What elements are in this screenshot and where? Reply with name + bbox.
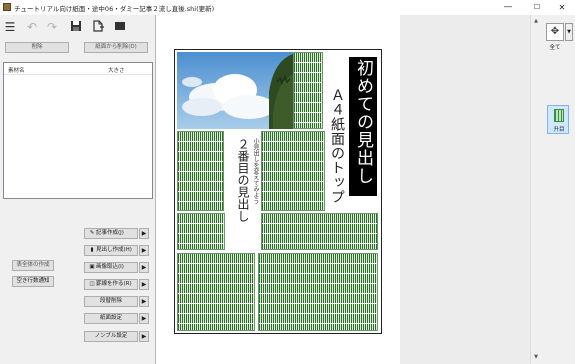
create-rule-label: 罫線を作る(R) <box>96 281 132 287</box>
create-table-button[interactable]: 表全体の作成 <box>12 260 54 271</box>
list-header: 素材名 大きさ <box>4 63 152 75</box>
zoom-label: 全て <box>549 45 561 51</box>
nombre-settings-menu-arrow[interactable]: ▶ <box>139 331 149 342</box>
article-block[interactable] <box>177 213 225 250</box>
article-block[interactable] <box>258 253 378 331</box>
print-icon[interactable] <box>113 20 127 34</box>
blank-line-notice-button[interactable]: 空き行数通知 <box>12 276 54 287</box>
new-page-icon[interactable] <box>91 20 105 34</box>
create-rule-button[interactable]: ◫罫線を作る(R) <box>84 279 138 290</box>
column-size-header[interactable]: 大きさ <box>108 66 125 74</box>
create-headline-menu-arrow[interactable]: ▶ <box>139 245 149 256</box>
article-block[interactable] <box>261 131 325 211</box>
grid-layout-button[interactable]: 升目 <box>547 105 569 134</box>
article-block[interactable] <box>177 131 224 211</box>
zoom-fit-button[interactable]: ✥ <box>546 23 564 41</box>
grid-icon <box>554 109 564 122</box>
scroll-down-arrow[interactable]: ▼ <box>532 353 540 361</box>
delete-button[interactable]: 削除 <box>5 42 69 53</box>
maximize-button[interactable]: ☐ <box>524 0 550 15</box>
sky-photo[interactable] <box>177 52 293 129</box>
import-image-label: 画像取込(I) <box>96 264 124 270</box>
second-headline[interactable]: ２番目の見出し <box>225 138 250 250</box>
right-panel: ✥ ▼ 全て 升目 <box>541 15 575 364</box>
main-headline[interactable]: 初めての見出し作り <box>325 57 377 196</box>
image-icon: ▣ <box>89 264 95 270</box>
canvas-margin <box>400 15 530 364</box>
article-block[interactable] <box>293 52 323 129</box>
scroll-up-arrow[interactable]: ▲ <box>532 17 540 25</box>
save-icon[interactable] <box>69 20 83 34</box>
create-article-button[interactable]: ✎ 記事作成(J) <box>84 228 138 239</box>
create-article-menu-arrow[interactable]: ▶ <box>139 228 149 239</box>
nombre-settings-button[interactable]: ノンブル設定 <box>84 331 138 342</box>
material-list[interactable]: 素材名 大きさ <box>3 62 153 199</box>
paragraph-delete-button[interactable]: 段替削除 <box>84 296 138 307</box>
second-lead-text[interactable]: 小見出しを変えてみよう <box>250 138 260 250</box>
rule-icon: ◫ <box>89 281 95 287</box>
title-bar: チュートリアル向け紙面・途中06・ダミー記事２流し直後.shi(更新) — ☐ … <box>0 0 575 15</box>
app-icon <box>3 3 11 11</box>
import-image-menu-arrow[interactable]: ▶ <box>139 262 149 273</box>
page-settings-button[interactable]: 紙面設定 <box>84 313 138 324</box>
paragraph-delete-menu-arrow[interactable]: ▶ <box>139 296 149 307</box>
create-rule-menu-arrow[interactable]: ▶ <box>139 279 149 290</box>
redo-icon[interactable]: ↷ <box>45 20 59 34</box>
vertical-scrollbar[interactable]: ▲ ▼ <box>530 15 540 364</box>
page-settings-menu-arrow[interactable]: ▶ <box>139 313 149 324</box>
remove-from-page-button[interactable]: 紙面から削除(D) <box>84 42 148 53</box>
pencil-icon: ✎ <box>89 230 95 236</box>
article-block[interactable] <box>177 253 255 331</box>
undo-icon[interactable]: ↶ <box>25 20 39 34</box>
grid-layout-label: 升目 <box>553 127 565 133</box>
close-button[interactable]: ✕ <box>549 0 575 15</box>
sub-headline[interactable]: Ａ４紙面のトップ <box>327 88 347 208</box>
headline-icon: ▮ <box>90 247 94 253</box>
article-block[interactable] <box>261 213 378 250</box>
move-icon: ✥ <box>550 26 560 37</box>
window-title: チュートリアル向け紙面・途中06・ダミー記事２流し直後.shi(更新) <box>14 5 215 13</box>
create-headline-label: 見出し作成(H) <box>96 247 132 253</box>
menu-icon[interactable]: ☰ <box>3 20 17 34</box>
zoom-dropdown[interactable]: ▼ <box>565 23 573 41</box>
import-image-button[interactable]: ▣画像取込(I) <box>84 262 138 273</box>
app-window: チュートリアル向け紙面・途中06・ダミー記事２流し直後.shi(更新) — ☐ … <box>0 0 575 364</box>
column-name-header[interactable]: 素材名 <box>8 66 25 74</box>
minimize-button[interactable]: — <box>495 0 521 15</box>
create-headline-button[interactable]: ▮ 見出し作成(H) <box>84 245 138 256</box>
toolbar: ☰ ↶ ↷ <box>0 15 155 39</box>
create-article-label: 記事作成(J) <box>96 230 124 236</box>
